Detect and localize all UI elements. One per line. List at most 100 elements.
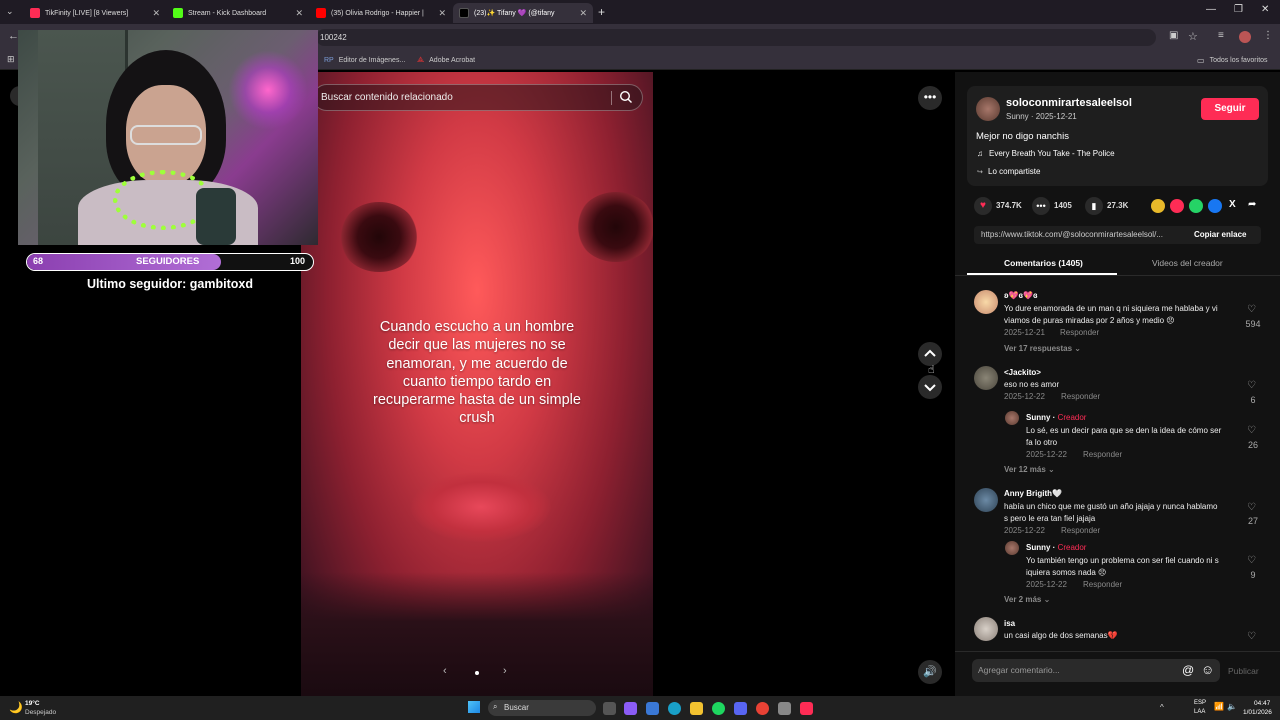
more-share-icon[interactable]: ➦ [1248,199,1256,210]
comment-avatar[interactable] [974,488,998,512]
tray-chevron-icon[interactable]: ^ [1160,703,1164,712]
comment-date: 2025-12-22 [1026,580,1067,589]
reply-button[interactable]: Responder [1083,580,1122,589]
reply-button[interactable]: Responder [1061,526,1100,535]
chrome-icon[interactable] [756,702,769,715]
comment-text: s pero le era tan fiel jajaja [1004,514,1096,523]
search-icon[interactable] [619,90,633,104]
tab-comments[interactable]: Comentarios (1405) [1004,258,1083,268]
tab-creator-videos[interactable]: Videos del creador [1152,258,1223,268]
copy-link-button[interactable]: Copiar enlace [1194,230,1246,239]
next-slide-icon[interactable]: › [503,665,507,677]
close-window-button[interactable]: ✕ [1261,4,1269,15]
close-icon[interactable]: ✕ [579,8,587,19]
comment-avatar[interactable] [974,290,998,314]
cast-icon[interactable]: ▣ [1169,30,1178,41]
volume-tray-icon[interactable]: 🔈 [1227,702,1237,711]
view-more-button[interactable]: Ver 2 más ⌄ [1004,595,1050,604]
reply-author[interactable]: Sunny · Creador [1026,543,1086,552]
reply-button[interactable]: Responder [1061,392,1100,401]
copilot-icon[interactable] [624,702,637,715]
app-icon[interactable] [778,702,791,715]
creator-username[interactable]: soloconmirartesaleelsol [1006,97,1132,109]
reply-avatar[interactable] [1005,411,1019,425]
comment-avatar[interactable] [974,366,998,390]
more-options-button[interactable]: ••• [918,86,942,110]
comment-heart-icon[interactable]: ♡ [1247,555,1256,566]
post-link[interactable]: https://www.tiktok.com/@soloconmirartesa… [981,230,1181,239]
new-tab-button[interactable]: + [598,5,605,19]
explorer-icon[interactable] [690,702,703,715]
comment-author[interactable]: isa [1004,619,1015,628]
like-button[interactable]: ♥ [974,197,992,215]
comment-heart-icon[interactable]: ♡ [1247,631,1256,642]
tab-youtube[interactable]: (35) Olivia Rodrigo - Happier | ✕ [310,3,452,23]
view-more-button[interactable]: Ver 12 más ⌄ [1004,465,1055,474]
reply-button[interactable]: Responder [1060,328,1099,337]
coin-share-icon[interactable] [1151,199,1165,213]
comment-heart-icon[interactable]: ♡ [1247,304,1256,315]
close-icon[interactable]: ✕ [438,8,446,19]
slide-dot[interactable] [475,671,479,675]
url-field[interactable]: 100242 [316,29,1156,46]
maximize-button[interactable]: ❐ [1234,4,1243,15]
tikfinity-favicon [30,8,40,18]
x-share-icon[interactable]: X [1229,199,1236,210]
related-search-input[interactable]: Buscar contenido relacionado [313,84,643,111]
facebook-share-icon[interactable] [1208,199,1222,213]
volume-button[interactable]: 🔊 [918,660,942,684]
creator-avatar[interactable] [976,97,1000,121]
follow-button[interactable]: Seguir [1201,98,1259,120]
reply-author[interactable]: Sunny · Creador [1026,413,1086,422]
view-replies-button[interactable]: Ver 17 respuestas ⌄ [1004,344,1081,353]
profile-avatar[interactable] [1239,31,1251,43]
comment-button[interactable]: ••• [1032,197,1050,215]
bookmark-acrobat[interactable]: ⟁ Adobe Acrobat [417,53,475,67]
repost-share-icon[interactable] [1170,199,1184,213]
tab-list-icon[interactable]: ⌄ [6,6,14,17]
discord-icon[interactable] [734,702,747,715]
menu-icon[interactable]: ⋮ [1263,30,1273,41]
comment-heart-icon[interactable]: ♡ [1247,425,1256,436]
next-video-button[interactable] [918,375,942,399]
weather-icon[interactable]: 🌙 [9,701,23,714]
tab-kick[interactable]: Stream - Kick Dashboard ✕ [167,3,309,23]
clock-time[interactable]: 04:47 [1254,700,1270,707]
all-bookmarks[interactable]: ▭ Todos los favoritos [1197,53,1268,67]
post-music[interactable]: Every Breath You Take - The Police [989,149,1115,158]
prev-slide-icon[interactable]: ‹ [443,665,447,677]
minimize-button[interactable]: — [1206,4,1216,15]
task-view-icon[interactable] [603,702,616,715]
post-comment-button[interactable]: Publicar [1228,666,1259,676]
edge-icon[interactable] [668,702,681,715]
close-icon[interactable]: ✕ [295,8,303,19]
reply-avatar[interactable] [1005,541,1019,555]
comment-author[interactable]: ʚ💖ɞ💖ɞ [1004,291,1038,300]
follow-label: Seguir [1214,103,1246,114]
bookmark-editor[interactable]: RP Editor de Imágenes... [324,53,405,67]
star-icon[interactable]: ☆ [1188,30,1198,43]
start-button[interactable] [468,701,480,713]
store-icon[interactable] [646,702,659,715]
media-icon[interactable]: ≡ [1218,30,1224,41]
lang-code[interactable]: ESP [1194,700,1206,706]
reply-button[interactable]: Responder [1083,450,1122,459]
taskbar-search[interactable]: ⌕ Buscar [488,700,596,716]
comment-avatar[interactable] [974,617,998,641]
whatsapp-share-icon[interactable] [1189,199,1203,213]
comment-author[interactable]: <Jackito> [1004,368,1041,377]
save-button[interactable]: ▮ [1085,197,1103,215]
apps-icon[interactable]: ⊞ [7,54,15,65]
spotify-icon[interactable] [712,702,725,715]
comment-heart-icon[interactable]: ♡ [1247,380,1256,391]
mention-icon[interactable]: @ [1182,663,1194,677]
emoji-icon[interactable]: ☺ [1201,662,1214,677]
tiktok-app-icon[interactable] [800,702,813,715]
wifi-icon[interactable]: 📶 [1214,702,1224,711]
webcam-speaker [196,188,236,245]
tab-tikfinity[interactable]: TikFinity [LIVE] [8 Viewers] ✕ [24,3,166,23]
comment-heart-icon[interactable]: ♡ [1247,502,1256,513]
close-icon[interactable]: ✕ [152,8,160,19]
comment-author[interactable]: Anny Brigith🤍 [1004,489,1062,498]
tab-tiktok[interactable]: (23)✨ Tifany 💜 (@tifany ✕ [453,3,593,23]
